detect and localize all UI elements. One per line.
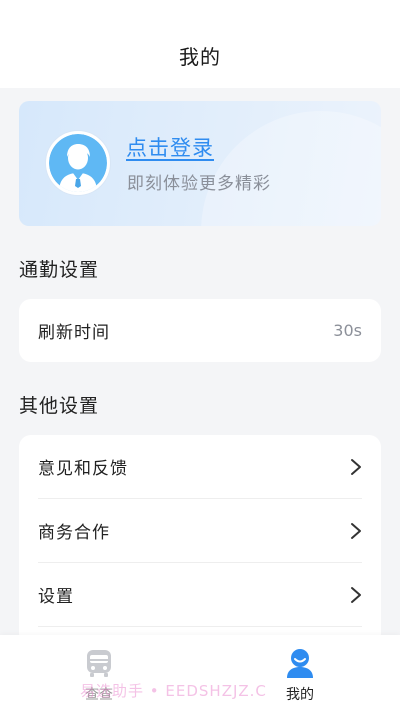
profile-icon xyxy=(287,649,313,678)
business-cooperation-row[interactable]: 商务合作 xyxy=(19,499,381,562)
divider xyxy=(38,626,362,627)
chevron-right-icon xyxy=(351,458,361,475)
tab-label: 我的 xyxy=(286,687,314,703)
refresh-time-row[interactable]: 刷新时间 30s xyxy=(19,299,381,362)
refresh-time-label: 刷新时间 xyxy=(38,323,110,343)
refresh-time-value: 30s xyxy=(333,321,362,340)
login-card[interactable] xyxy=(19,101,381,226)
commute-section-title: 通勤设置 xyxy=(19,259,100,281)
chevron-right-icon xyxy=(351,522,361,539)
chevron-right-icon xyxy=(351,586,361,603)
top-bar: 我的 xyxy=(0,0,400,88)
other-section-title: 其他设置 xyxy=(19,395,100,417)
feedback-row[interactable]: 意见和反馈 xyxy=(19,435,381,498)
login-subtitle: 即刻体验更多精彩 xyxy=(127,174,271,194)
business-cooperation-label: 商务合作 xyxy=(38,523,110,543)
other-settings-card: 意见和反馈 商务合作 设置 xyxy=(19,435,381,645)
user-avatar-icon[interactable] xyxy=(46,131,110,195)
page-title: 我的 xyxy=(179,45,221,69)
watermark: 易选助手 • EEDSHZJZ.C xyxy=(80,682,267,700)
settings-row[interactable]: 设置 xyxy=(19,563,381,626)
login-link[interactable]: 点击登录 xyxy=(126,132,214,162)
commute-settings-card: 刷新时间 30s xyxy=(19,299,381,362)
bus-icon xyxy=(87,650,111,677)
feedback-label: 意见和反馈 xyxy=(38,459,128,479)
settings-label: 设置 xyxy=(38,587,74,607)
